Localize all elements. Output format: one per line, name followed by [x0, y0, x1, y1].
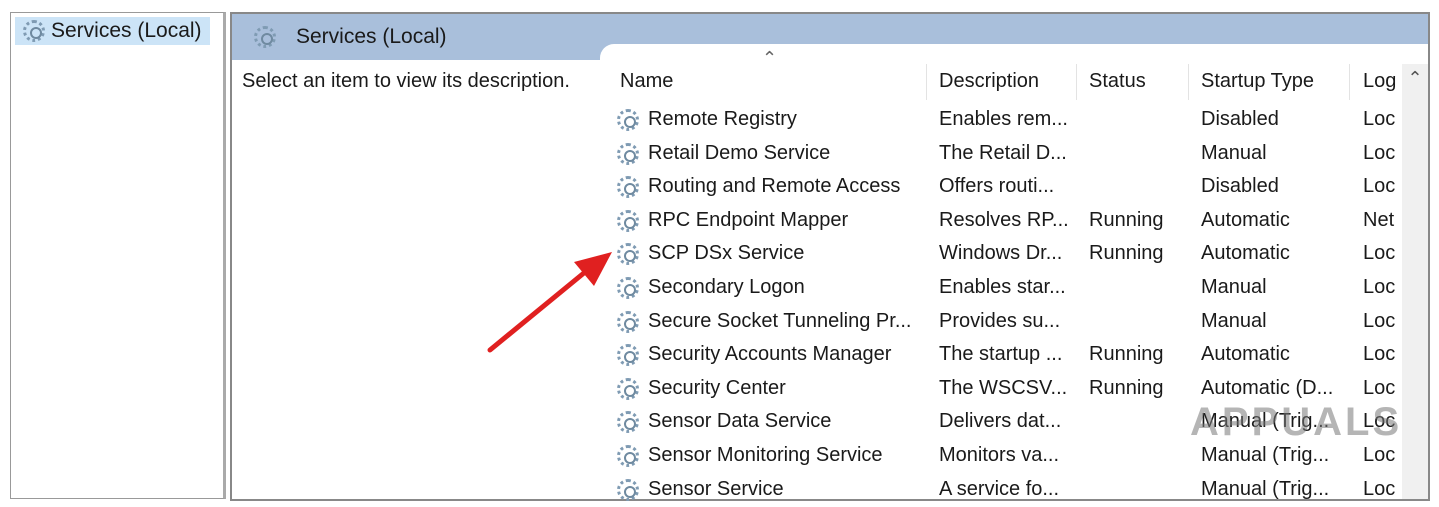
appuals-watermark: APPUALS	[1190, 400, 1403, 444]
